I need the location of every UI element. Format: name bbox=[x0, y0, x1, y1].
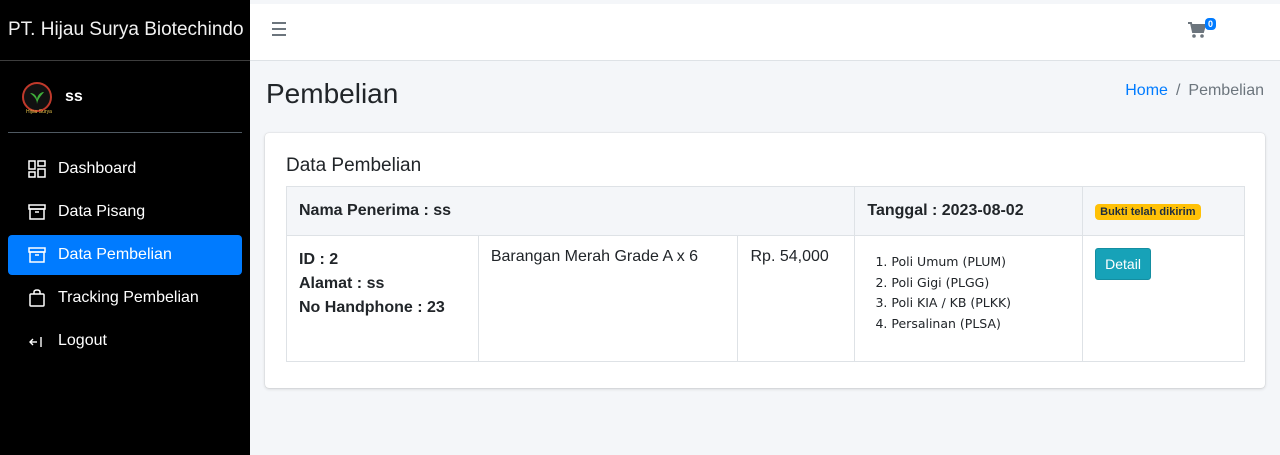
buyer-info-cell: ID : 2 Alamat : ss No Handphone : 23 bbox=[286, 235, 479, 362]
logo-text: Hijau Surya bbox=[26, 108, 52, 115]
status-badge: Bukti telah dikirim bbox=[1095, 204, 1201, 220]
detail-button[interactable]: Detail bbox=[1095, 248, 1151, 280]
cart-icon bbox=[1188, 22, 1207, 38]
list-item: Poli KIA / KB (PLKK) bbox=[891, 293, 1070, 314]
list-item: Poli Gigi (PLGG) bbox=[891, 273, 1070, 294]
list-item: Poli Umum (PLUM) bbox=[891, 252, 1070, 273]
phone-number: No Handphone : 23 bbox=[299, 299, 445, 316]
sidebar-item-label: Data Pisang bbox=[58, 203, 146, 220]
user-panel: Hijau Surya ss bbox=[8, 61, 242, 133]
archive-icon bbox=[26, 201, 48, 223]
status-header: Bukti telah dikirim bbox=[1082, 186, 1245, 236]
card-title: Data Pembelian bbox=[286, 155, 422, 176]
sidebar-item-tracking-pembelian[interactable]: Tracking Pembelian bbox=[8, 278, 242, 318]
shopping-bag-icon bbox=[26, 287, 48, 309]
breadcrumb-separator: / bbox=[1175, 82, 1181, 99]
breadcrumb-current: Pembelian bbox=[1188, 82, 1264, 99]
dashboard-icon bbox=[26, 158, 48, 180]
breadcrumb: Home / Pembelian bbox=[1125, 82, 1264, 100]
sidebar-item-label: Dashboard bbox=[58, 160, 137, 177]
page-title: Pembelian bbox=[266, 78, 399, 109]
brand-title[interactable]: PT. Hijau Surya Biotechindo bbox=[0, 0, 250, 61]
logout-icon bbox=[26, 330, 48, 352]
sidebar-item-label: Tracking Pembelian bbox=[58, 289, 199, 306]
table-row: ID : 2 Alamat : ss No Handphone : 23 Bar… bbox=[286, 235, 1245, 362]
archive-icon bbox=[26, 244, 48, 266]
sidebar-item-label: Data Pembelian bbox=[58, 246, 172, 263]
table-header-row: Nama Penerima : ss Tanggal : 2023-08-02 … bbox=[285, 186, 1245, 236]
sidebar-item-label: Logout bbox=[58, 332, 107, 349]
address: Alamat : ss bbox=[299, 275, 385, 292]
price-cell: Rp. 54,000 bbox=[737, 235, 856, 362]
company-logo: Hijau Surya bbox=[22, 81, 52, 115]
item-cell: Barangan Merah Grade A x 6 bbox=[477, 235, 739, 362]
list-item: Persalinan (PLSA) bbox=[891, 314, 1070, 335]
hamburger-menu-icon[interactable] bbox=[272, 22, 290, 40]
recipient-header: Nama Penerima : ss bbox=[285, 186, 856, 236]
action-cell: Detail bbox=[1082, 235, 1245, 362]
order-id: ID : 2 bbox=[299, 251, 339, 268]
sidebar: PT. Hijau Surya Biotechindo Hijau Surya … bbox=[0, 0, 250, 455]
sidebar-nav: Dashboard Data Pisang Data Pembelian Tra… bbox=[0, 149, 250, 361]
cart-button[interactable]: 0 bbox=[1187, 18, 1217, 45]
purchase-card: Data Pembelian Nama Penerima : ss Tangga… bbox=[265, 133, 1265, 388]
date-header: Tanggal : 2023-08-02 bbox=[854, 186, 1084, 236]
sidebar-item-dashboard[interactable]: Dashboard bbox=[8, 149, 242, 189]
top-navbar: 0 bbox=[250, 4, 1280, 61]
sidebar-item-logout[interactable]: Logout bbox=[8, 321, 242, 361]
breadcrumb-home-link[interactable]: Home bbox=[1125, 82, 1168, 100]
sidebar-item-data-pembelian[interactable]: Data Pembelian bbox=[8, 235, 242, 275]
cart-count-badge: 0 bbox=[1205, 18, 1217, 30]
user-name[interactable]: ss bbox=[65, 88, 83, 106]
poli-list: Poli Umum (PLUM) Poli Gigi (PLGG) Poli K… bbox=[867, 252, 1070, 334]
sidebar-item-data-pisang[interactable]: Data Pisang bbox=[8, 192, 242, 232]
purchase-table: Nama Penerima : ss Tanggal : 2023-08-02 … bbox=[285, 186, 1245, 362]
poli-cell: Poli Umum (PLUM) Poli Gigi (PLGG) Poli K… bbox=[854, 235, 1084, 362]
